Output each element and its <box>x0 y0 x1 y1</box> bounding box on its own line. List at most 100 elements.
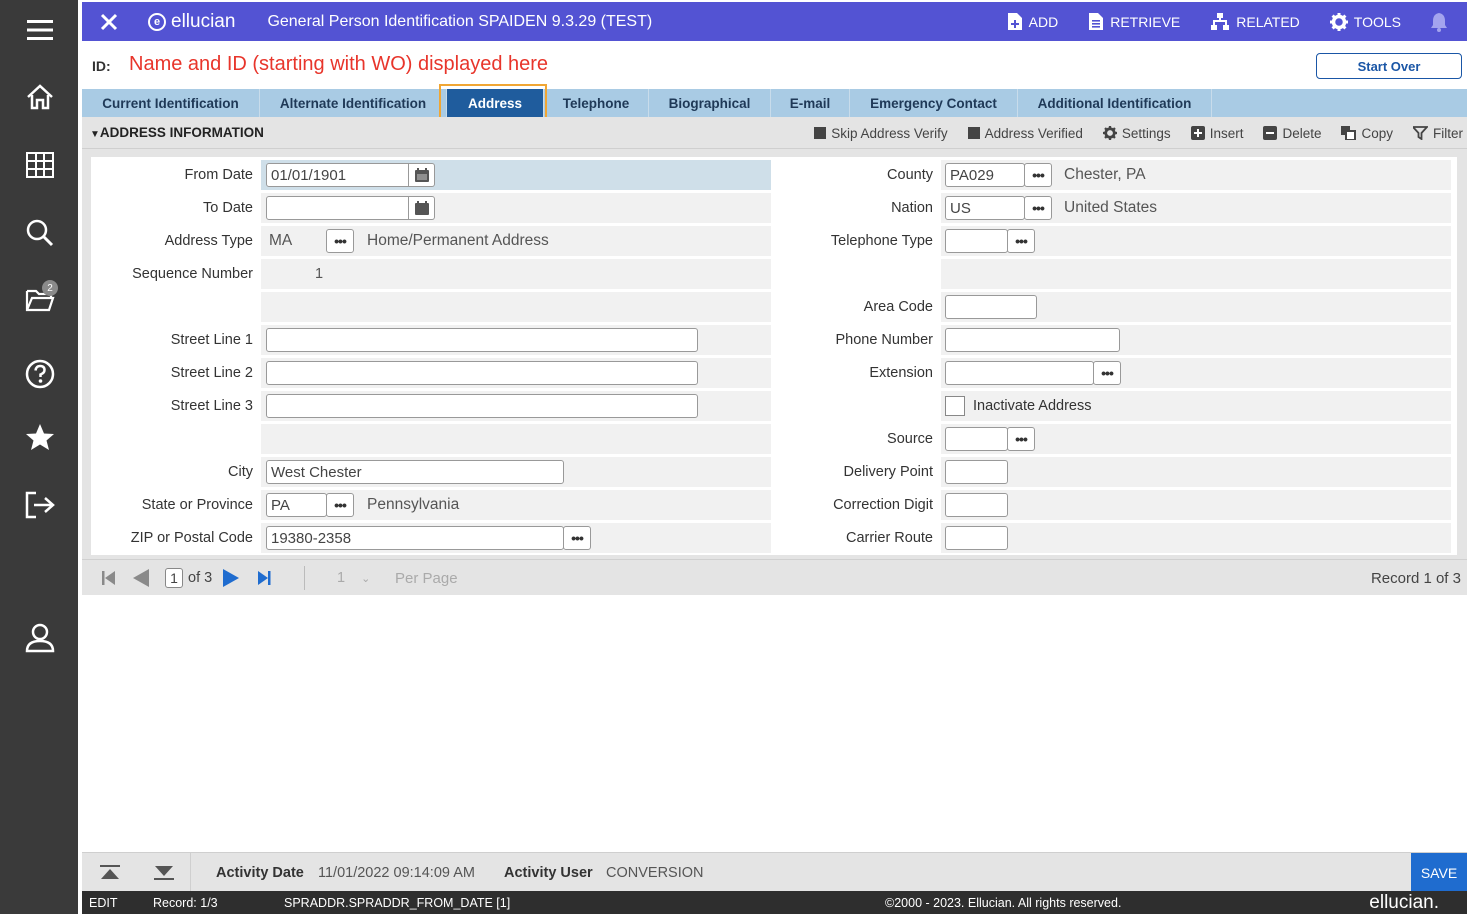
extension-input[interactable] <box>945 361 1094 385</box>
tab-additional-identification[interactable]: Additional Identification <box>1018 89 1212 117</box>
tools-button[interactable]: TOOLS <box>1329 12 1401 31</box>
inactivate-address-checkbox[interactable] <box>945 396 965 416</box>
county-cell: PA029 ••• Chester, PA <box>941 160 1451 190</box>
copy-button[interactable]: Copy <box>1341 126 1393 141</box>
area-code-input[interactable] <box>945 295 1037 319</box>
nation-input[interactable]: US <box>945 196 1025 220</box>
sign-out-icon[interactable] <box>20 485 60 525</box>
state-input[interactable]: PA <box>266 493 327 517</box>
bell-icon[interactable] <box>1429 12 1455 32</box>
form-row: Sequence Number 1 <box>91 259 1457 289</box>
address-type-label: Address Type <box>164 233 253 249</box>
section-title[interactable]: ▼ADDRESS INFORMATION <box>90 125 264 140</box>
address-type-input[interactable]: MA <box>269 226 292 256</box>
retrieve-button[interactable]: RETRIEVE <box>1088 12 1180 31</box>
street-line-3-input[interactable] <box>266 394 698 418</box>
tab-biographical[interactable]: Biographical <box>649 89 771 117</box>
settings-button[interactable]: Settings <box>1102 126 1171 141</box>
carrier-route-input[interactable] <box>945 526 1008 550</box>
app-header: e ellucian General Person Identification… <box>82 2 1467 41</box>
checkbox-icon <box>814 127 827 139</box>
last-page-icon[interactable] <box>257 560 271 596</box>
calendar-icon[interactable] <box>409 196 435 220</box>
search-icon[interactable] <box>20 213 60 253</box>
scroll-bottom-icon[interactable] <box>154 853 174 892</box>
pagination-bar: 1 of 3 1 ⌄ Per Page Record 1 of 3 <box>82 559 1467 595</box>
telephone-type-input[interactable] <box>945 229 1008 253</box>
source-input[interactable] <box>945 427 1008 451</box>
telephone-type-lookup-button[interactable]: ••• <box>1007 229 1035 253</box>
street-line-1-cell <box>261 325 771 355</box>
footer-logo: ellucian. <box>1369 891 1439 913</box>
activity-user-value: CONVERSION <box>606 864 704 881</box>
previous-page-icon[interactable] <box>132 560 150 596</box>
delete-icon <box>1263 126 1278 140</box>
zip-lookup-button[interactable]: ••• <box>563 526 591 550</box>
phone-number-label: Phone Number <box>835 332 933 348</box>
extension-label: Extension <box>869 365 933 381</box>
grid-icon[interactable] <box>20 145 60 185</box>
home-icon[interactable] <box>20 77 60 117</box>
star-icon[interactable] <box>20 417 60 457</box>
status-bar: EDIT Record: 1/3 SPRADDR.SPRADDR_FROM_DA… <box>82 891 1467 914</box>
from-date-input[interactable]: 01/01/1901 <box>266 163 409 187</box>
form-row: Street Line 3 Inactivate Address <box>91 391 1457 421</box>
copy-icon <box>1341 126 1357 140</box>
add-button[interactable]: ADD <box>1007 12 1058 31</box>
related-button[interactable]: RELATED <box>1210 12 1300 31</box>
calendar-icon[interactable] <box>409 163 435 187</box>
folder-icon[interactable]: 2 <box>20 280 60 320</box>
next-page-icon[interactable] <box>222 560 240 596</box>
county-lookup-button[interactable]: ••• <box>1024 163 1052 187</box>
address-type-lookup-button[interactable]: ••• <box>326 229 354 253</box>
source-lookup-button[interactable]: ••• <box>1007 427 1035 451</box>
activity-bar: Activity Date 11/01/2022 09:14:09 AM Act… <box>82 852 1467 892</box>
save-button[interactable]: SAVE <box>1411 853 1467 892</box>
nation-lookup-button[interactable]: ••• <box>1024 196 1052 220</box>
menu-icon[interactable] <box>20 10 60 50</box>
area-code-cell <box>941 292 1451 322</box>
address-verified-button[interactable]: Address Verified <box>967 126 1083 141</box>
city-input[interactable]: West Chester <box>266 460 564 484</box>
sequence-number-cell: 1 <box>261 259 771 289</box>
street-line-1-input[interactable] <box>266 328 698 352</box>
help-icon[interactable] <box>20 354 60 394</box>
street-line-2-input[interactable] <box>266 361 698 385</box>
related-icon <box>1211 13 1230 30</box>
state-lookup-button[interactable]: ••• <box>326 493 354 517</box>
county-input[interactable]: PA029 <box>945 163 1025 187</box>
activity-date-label: Activity Date <box>216 864 304 881</box>
gear-icon <box>1102 126 1117 140</box>
zip-input[interactable]: 19380-2358 <box>266 526 564 550</box>
per-page-select[interactable]: 1 ⌄ <box>337 560 370 596</box>
tab-email[interactable]: E-mail <box>771 89 850 117</box>
section-header: ▼ADDRESS INFORMATION Skip Address Verify… <box>82 117 1467 149</box>
tab-address[interactable]: Address <box>447 89 544 123</box>
zip-cell: 19380-2358 ••• <box>261 523 771 553</box>
nation-label: Nation <box>891 200 933 216</box>
user-icon[interactable] <box>20 618 60 658</box>
insert-button[interactable]: Insert <box>1190 126 1243 141</box>
tab-telephone[interactable]: Telephone <box>544 89 649 117</box>
city-cell: West Chester <box>261 457 771 487</box>
phone-number-input[interactable] <box>945 328 1120 352</box>
tab-emergency-contact[interactable]: Emergency Contact <box>850 89 1018 117</box>
brand-name: ellucian <box>171 10 236 32</box>
extension-cell: ••• <box>941 358 1451 388</box>
first-page-icon[interactable] <box>102 560 116 596</box>
delete-button[interactable]: Delete <box>1263 126 1321 141</box>
page-number-input[interactable]: 1 <box>165 568 183 588</box>
close-icon[interactable] <box>82 2 136 41</box>
scroll-top-icon[interactable] <box>100 853 120 892</box>
tab-alternate-identification[interactable]: Alternate Identification <box>260 89 447 117</box>
skip-address-verify-button[interactable]: Skip Address Verify <box>814 126 948 141</box>
delivery-point-input[interactable] <box>945 460 1008 484</box>
to-date-input[interactable] <box>266 196 409 220</box>
filter-button[interactable]: Filter <box>1413 126 1463 141</box>
correction-digit-input[interactable] <box>945 493 1008 517</box>
start-over-button[interactable]: Start Over <box>1316 53 1462 79</box>
empty-cell <box>261 424 771 454</box>
tab-current-identification[interactable]: Current Identification <box>82 89 260 117</box>
sequence-number-value: 1 <box>315 266 324 282</box>
extension-lookup-button[interactable]: ••• <box>1093 361 1121 385</box>
